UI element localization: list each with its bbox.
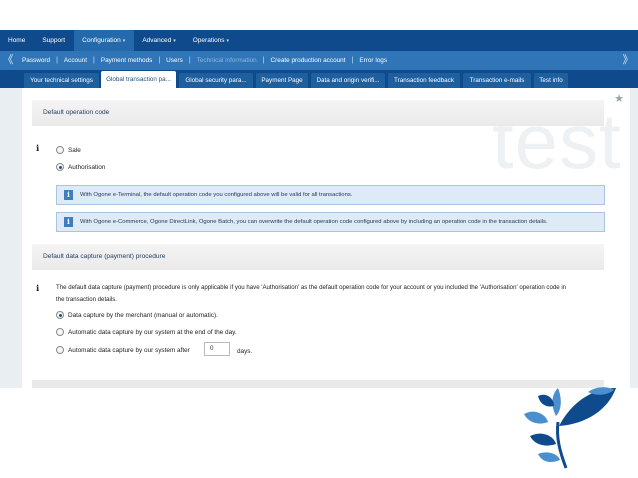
scroll-right-icon[interactable]: 》 — [620, 51, 636, 70]
days-input[interactable]: 0 — [204, 342, 230, 356]
sub-menu-technical-information[interactable]: Technical information — [191, 51, 263, 70]
description-text: The default data capture (payment) proce… — [56, 284, 567, 303]
sub-menu-password[interactable]: Password — [16, 51, 56, 70]
chevron-down-icon: ▾ — [122, 38, 126, 44]
info-box: i With Ogone e-Terminal, the default ope… — [56, 185, 605, 205]
brand-logo — [524, 387, 616, 469]
top-menu-operations[interactable]: Operations ▾ — [185, 30, 238, 51]
radio-option-capture-after-days[interactable]: Automatic data capture by our system aft… — [56, 346, 190, 354]
days-unit-label: days. — [237, 348, 253, 355]
section-header-default-operation-code: Default operation code — [32, 100, 604, 126]
logo-leaf-7 — [538, 452, 560, 462]
tab-global-transaction-parameters[interactable]: Global transaction pa... — [101, 71, 176, 88]
radio-option-capture-by-merchant[interactable]: Data capture by the merchant (manual or … — [56, 311, 218, 319]
info-icon: i — [36, 284, 40, 294]
sub-menu-users[interactable]: Users — [160, 51, 189, 70]
radio-option-sale[interactable]: Sale — [56, 146, 81, 154]
logo-leaf-6 — [530, 433, 556, 446]
logo-leaf-2 — [559, 388, 616, 426]
top-menu-advanced[interactable]: Advanced ▾ — [134, 30, 184, 51]
main-content: test ★ Default operation code i Sale Aut… — [22, 88, 630, 388]
section-header-default-data-capture: Default data capture (payment) procedure — [32, 244, 604, 270]
chevron-down-icon: ▾ — [226, 38, 230, 44]
tab-test-info[interactable]: Test info — [534, 73, 568, 88]
tab-transaction-emails[interactable]: Transaction e-mails — [463, 73, 531, 88]
logo-leaf-1 — [556, 421, 568, 469]
radio-button[interactable] — [56, 311, 64, 319]
top-menu-support[interactable]: Support — [34, 30, 74, 51]
sub-menu-bar: 《 Password | Account | Payment methods |… — [0, 51, 638, 70]
top-menu-configuration[interactable]: Configuration ▾ — [74, 30, 135, 51]
info-icon: i — [64, 190, 73, 200]
info-icon: i — [64, 217, 73, 227]
logo-leaf-3 — [552, 388, 561, 416]
tab-data-and-origin-verification[interactable]: Data and origin verifi... — [311, 73, 385, 88]
sub-menu-create-production-account[interactable]: Create production account — [265, 51, 352, 70]
info-icon: i — [36, 144, 40, 154]
radio-option-capture-end-of-day[interactable]: Automatic data capture by our system at … — [56, 328, 237, 336]
tab-transaction-feedback[interactable]: Transaction feedback — [388, 73, 460, 88]
radio-button[interactable] — [56, 163, 64, 171]
sub-menu-error-logs[interactable]: Error logs — [353, 51, 393, 70]
radio-button[interactable] — [56, 346, 64, 354]
tab-bar: Your technical settings Global transacti… — [0, 70, 638, 88]
chevron-down-icon: ▾ — [173, 38, 176, 44]
sub-menu-account[interactable]: Account — [58, 51, 93, 70]
tab-global-security-parameters[interactable]: Global security para... — [179, 73, 253, 88]
top-menu-home[interactable]: Home — [0, 30, 34, 51]
tab-payment-page[interactable]: Payment Page — [256, 73, 308, 88]
sub-menu-payment-methods[interactable]: Payment methods — [95, 51, 159, 70]
app-screen: Home Support Configuration ▾ Advanced ▾ Op… — [0, 30, 638, 388]
radio-option-authorisation[interactable]: Authorisation — [56, 163, 105, 171]
logo-leaf-5 — [524, 411, 548, 424]
tab-your-technical-settings[interactable]: Your technical settings — [24, 73, 99, 88]
top-menu-bar: Home Support Configuration ▾ Advanced ▾ Op… — [0, 30, 638, 51]
logo-leaf-4 — [538, 394, 554, 407]
star-icon[interactable]: ★ — [614, 92, 624, 105]
radio-button[interactable] — [56, 146, 64, 154]
scroll-left-icon[interactable]: 《 — [0, 51, 16, 70]
info-box: i With Ogone e-Commerce, Ogone DirectLin… — [56, 212, 605, 232]
radio-button[interactable] — [56, 328, 64, 336]
